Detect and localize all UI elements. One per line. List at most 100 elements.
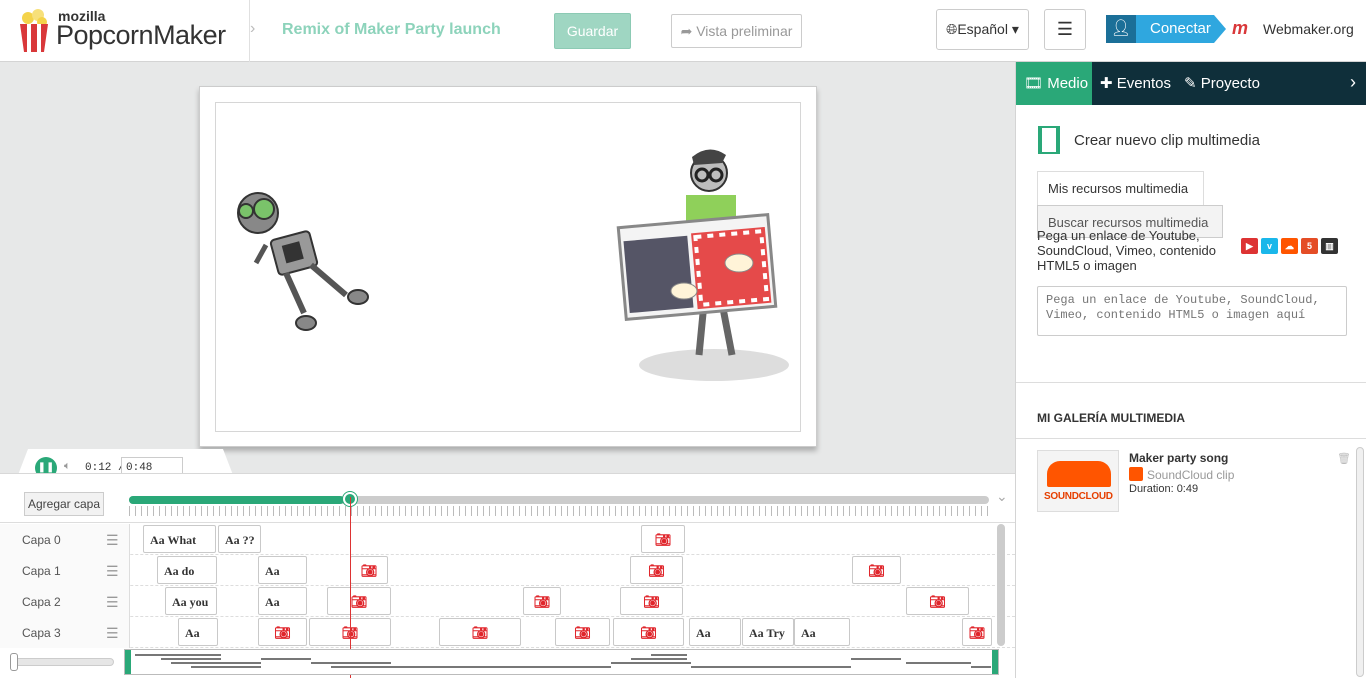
overview-events-minimap xyxy=(135,654,991,668)
video-stage[interactable] xyxy=(199,86,817,447)
image-event-block[interactable]: 📷︎ xyxy=(620,587,683,615)
language-select[interactable]: 🌐︎Español ▾ xyxy=(936,9,1029,50)
text-event-block[interactable]: Aa What xyxy=(143,525,216,553)
image-event-block[interactable]: 📷︎ xyxy=(555,618,610,646)
html5-icon: 5 xyxy=(1301,238,1318,254)
layer-menu-icon[interactable]: ☰ xyxy=(106,563,119,580)
image-event-block[interactable]: 📷︎ xyxy=(350,556,388,584)
tab-project-label: Proyecto xyxy=(1200,75,1260,92)
camera-icon: 📷︎ xyxy=(643,594,660,609)
panel-tabs: 🎞︎ Medio ✚ Eventos ✎ Proyecto › xyxy=(1016,62,1366,105)
save-button[interactable]: Guardar xyxy=(554,13,631,49)
image-event-block[interactable]: 📷︎ xyxy=(613,618,684,646)
text-event-block[interactable]: Aa do xyxy=(157,556,217,584)
image-event-block[interactable]: 📷︎ xyxy=(906,587,969,615)
scrubber-progress xyxy=(129,496,344,504)
timeline-toolbar: Agregar capa ⌄ xyxy=(0,473,1015,523)
timeline: Agregar capa ⌄ Capa 0 ☰ Aa What Aa ?? 📷︎ Capa… xyxy=(0,473,1015,678)
camera-icon: 📷︎ xyxy=(574,625,591,640)
text-event-block[interactable]: Aa xyxy=(258,587,307,615)
image-event-block[interactable]: 📷︎ xyxy=(523,587,561,615)
film-icon: 🎞︎ xyxy=(1024,75,1048,92)
overview-right-handle[interactable] xyxy=(992,650,998,674)
gallery-scrollbar[interactable] xyxy=(1356,447,1364,677)
image-event-block[interactable]: 📷︎ xyxy=(852,556,901,584)
tab-events[interactable]: ✚ Eventos xyxy=(1092,62,1176,105)
trash-icon[interactable]: 🗑︎ xyxy=(1337,452,1351,465)
time-ruler[interactable] xyxy=(129,506,989,516)
hamburger-icon: ☰ xyxy=(1056,19,1074,39)
plus-icon: ✚ xyxy=(1100,75,1117,92)
caret-down-icon: ▾ xyxy=(1007,21,1019,37)
popcorn-maker-logo[interactable]: mozilla PopcornMaker xyxy=(0,0,250,62)
pause-icon: ❚❚ xyxy=(37,462,55,473)
image-event-block[interactable]: 📷︎ xyxy=(258,618,307,646)
webmaker-link[interactable]: Webmaker.org xyxy=(1263,21,1354,37)
volume-icon[interactable]: 🔈︎ xyxy=(64,460,71,473)
create-new-clip-button[interactable]: Crear nuevo clip multimedia xyxy=(1074,132,1260,149)
text-event-block[interactable]: Aa xyxy=(258,556,307,584)
robot-illustration xyxy=(237,192,369,331)
timeline-overview[interactable] xyxy=(124,649,999,675)
camera-icon: 📷︎ xyxy=(868,563,885,578)
camera-icon: 📷︎ xyxy=(360,563,378,578)
media-type-label: SoundCloud clip xyxy=(1147,468,1235,482)
webmaker-logo-icon: m xyxy=(1232,18,1249,38)
camera-icon: 📷︎ xyxy=(471,625,489,640)
divider xyxy=(1016,438,1366,439)
tab-events-label: Eventos xyxy=(1116,75,1171,92)
text-event-block[interactable]: Aa ?? xyxy=(218,525,261,553)
camera-icon: 📷︎ xyxy=(350,594,368,609)
media-url-input[interactable] xyxy=(1037,286,1347,336)
scrubber-track[interactable] xyxy=(129,496,989,504)
preview-label: Vista preliminar xyxy=(696,22,793,39)
layer-menu-icon[interactable]: ☰ xyxy=(106,532,119,549)
image-event-block[interactable]: 📷︎ xyxy=(327,587,391,615)
text-event-block[interactable]: Aa you xyxy=(165,587,217,615)
vimeo-icon: v xyxy=(1261,238,1278,254)
image-event-block[interactable]: 📷︎ xyxy=(641,525,685,553)
hamburger-menu-button[interactable]: ☰ xyxy=(1044,9,1086,50)
timeline-layer-row[interactable]: Capa 2 ☰ Aa you Aa 📷︎ 📷︎ 📷︎ 📷︎ xyxy=(0,586,1015,617)
top-header: mozilla PopcornMaker › Remix of Maker Pa… xyxy=(0,0,1366,62)
add-layer-button[interactable]: Agregar capa xyxy=(24,492,104,516)
tab-my-media[interactable]: Mis recursos multimedia xyxy=(1037,171,1204,207)
thumbnail-brand-text: SOUNDCLOUD xyxy=(1044,491,1113,502)
layer-menu-icon[interactable]: ☰ xyxy=(106,625,119,642)
connect-button[interactable]: 👤︎ Conectar xyxy=(1106,15,1226,43)
layer-menu-icon[interactable]: ☰ xyxy=(106,594,119,611)
image-event-block[interactable]: 📷︎ xyxy=(962,618,992,646)
timeline-layer-row[interactable]: Capa 3☰Aa📷︎📷︎📷︎📷︎📷︎AaAa TryAa📷︎ xyxy=(0,617,1015,648)
text-event-block[interactable]: Aa Try xyxy=(742,618,794,646)
user-icon: 👤︎ xyxy=(1106,15,1136,43)
timeline-layer-row[interactable]: Capa 0 ☰ Aa What Aa ?? 📷︎ xyxy=(0,524,1015,555)
camera-icon: 📷︎ xyxy=(968,625,986,640)
image-event-block[interactable]: 📷︎ xyxy=(630,556,683,584)
text-event-block[interactable]: Aa xyxy=(689,618,741,646)
timeline-layer-row[interactable]: Capa 1 ☰ Aa do Aa 📷︎ 📷︎ 📷︎ xyxy=(0,555,1015,586)
camera-icon: 📷︎ xyxy=(640,625,657,640)
camera-icon: 📷︎ xyxy=(533,594,551,609)
new-clip-film-icon[interactable] xyxy=(1038,126,1060,154)
media-source-icons: ▶ v ☁ 5 ▥ xyxy=(1241,236,1341,254)
tab-media[interactable]: 🎞︎ Medio xyxy=(1016,62,1092,105)
soundcloud-logo-icon xyxy=(1047,461,1111,487)
divider xyxy=(1016,382,1366,383)
text-event-block[interactable]: Aa xyxy=(794,618,850,646)
text-event-block[interactable]: Aa xyxy=(178,618,218,646)
preview-button[interactable]: ➦ Vista preliminar xyxy=(671,14,802,48)
maker-character-illustration xyxy=(616,149,789,381)
media-gallery-item[interactable]: SOUNDCLOUD Maker party song SoundCloud c… xyxy=(1037,450,1351,516)
chevron-down-icon[interactable]: ⌄ xyxy=(996,488,1008,505)
edit-icon: ✎ xyxy=(1184,75,1201,92)
timeline-scrollbar[interactable] xyxy=(997,524,1005,646)
tab-project[interactable]: ✎ Proyecto xyxy=(1176,62,1276,105)
camera-icon: 📷︎ xyxy=(648,563,665,578)
zoom-slider[interactable] xyxy=(10,658,114,666)
stage-canvas xyxy=(215,102,801,432)
project-title[interactable]: Remix of Maker Party launch xyxy=(282,21,501,39)
image-event-block[interactable]: 📷︎ xyxy=(439,618,521,646)
collapse-panel-chevron-icon[interactable]: › xyxy=(1350,72,1356,93)
media-type: SoundCloud clip xyxy=(1129,467,1234,482)
zoom-handle[interactable] xyxy=(10,653,18,671)
